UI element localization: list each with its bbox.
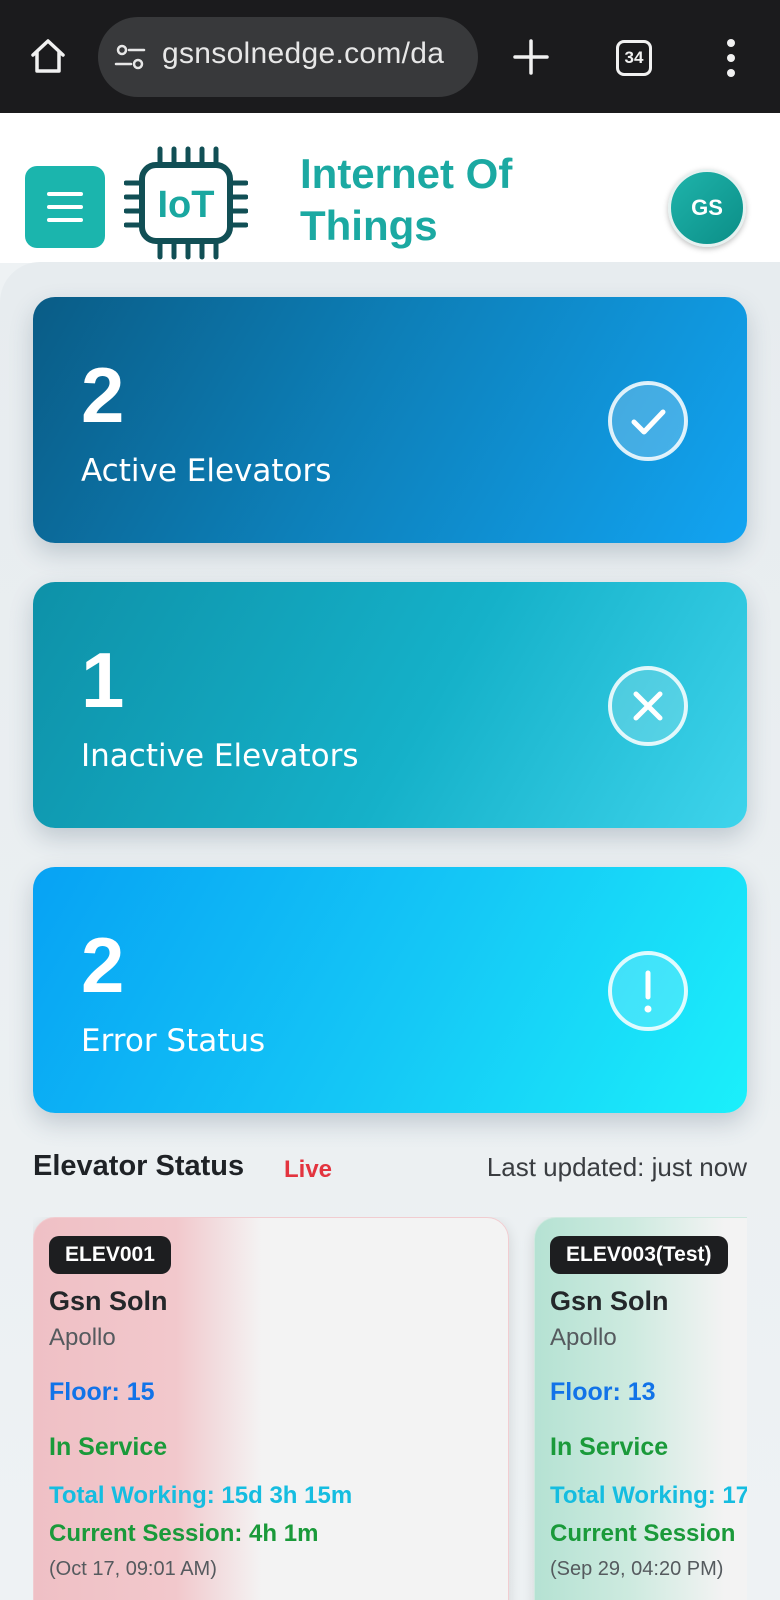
location: Apollo	[49, 1324, 116, 1351]
error-label: Error Status	[81, 1023, 266, 1059]
tab-switcher-icon[interactable]: 34	[616, 40, 652, 76]
floor-value: Floor: 15	[49, 1378, 155, 1406]
browser-toolbar: gsnsolnedge.com/da 34	[0, 0, 780, 113]
elevator-id-badge: ELEV001	[49, 1236, 171, 1274]
inactive-label: Inactive Elevators	[81, 738, 359, 774]
total-working: Total Working: 17	[550, 1482, 747, 1509]
avatar[interactable]: GS	[668, 169, 746, 247]
hamburger-icon	[47, 192, 83, 196]
location: Apollo	[550, 1324, 617, 1351]
total-working: Total Working: 15d 3h 15m	[49, 1482, 353, 1509]
inactive-elevators-card[interactable]: 1 Inactive Elevators	[33, 582, 747, 828]
new-tab-icon[interactable]	[512, 38, 550, 76]
elevator-id-badge: ELEV003(Test)	[550, 1236, 728, 1274]
last-updated: Last updated: just now	[486, 1152, 747, 1182]
session-start: (Oct 17, 09:01 AM)	[49, 1558, 217, 1580]
session-start: (Sep 29, 04:20 PM)	[550, 1558, 724, 1580]
live-badge: Live	[284, 1156, 333, 1183]
check-circle-icon	[608, 381, 688, 461]
dashboard-main: 2 Active Elevators 1 Inactive Elevators …	[0, 262, 780, 1600]
current-session: Current Session	[550, 1520, 736, 1547]
service-status: In Service	[49, 1433, 168, 1461]
logo-text: IoT	[158, 184, 215, 226]
app-header: IoT Internet Of Things GS	[0, 113, 780, 263]
building-name: Gsn Soln	[49, 1286, 168, 1316]
building-name: Gsn Soln	[550, 1286, 669, 1316]
elevator-card[interactable]: ELEV001 Gsn Soln Apollo Floor: 15 In Ser…	[33, 1217, 509, 1600]
error-status-card[interactable]: 2 Error Status	[33, 867, 747, 1113]
elevator-card-carousel[interactable]: ELEV001 Gsn Soln Apollo Floor: 15 In Ser…	[33, 1217, 747, 1600]
iot-chip-logo: IoT	[124, 146, 248, 260]
app-title: Internet Of Things	[300, 150, 513, 249]
more-vert-icon[interactable]	[718, 38, 744, 78]
site-info-icon[interactable]	[114, 43, 146, 71]
error-count: 2	[81, 921, 125, 1009]
section-title: Elevator Status	[33, 1150, 245, 1182]
current-session: Current Session: 4h 1m	[49, 1520, 319, 1547]
menu-button[interactable]	[25, 166, 105, 248]
home-icon[interactable]	[28, 36, 68, 76]
x-circle-icon	[608, 666, 688, 746]
elevator-card[interactable]: ELEV003(Test) Gsn Soln Apollo Floor: 13 …	[534, 1217, 747, 1600]
alert-circle-icon	[608, 951, 688, 1031]
url-text[interactable]: gsnsolnedge.com/da	[162, 37, 444, 71]
active-label: Active Elevators	[81, 453, 332, 489]
active-elevators-card[interactable]: 2 Active Elevators	[33, 297, 747, 543]
address-bar[interactable]: gsnsolnedge.com/da	[98, 17, 478, 97]
service-status: In Service	[550, 1433, 669, 1461]
active-count: 2	[81, 351, 125, 439]
inactive-count: 1	[81, 636, 125, 724]
floor-value: Floor: 13	[550, 1378, 656, 1406]
